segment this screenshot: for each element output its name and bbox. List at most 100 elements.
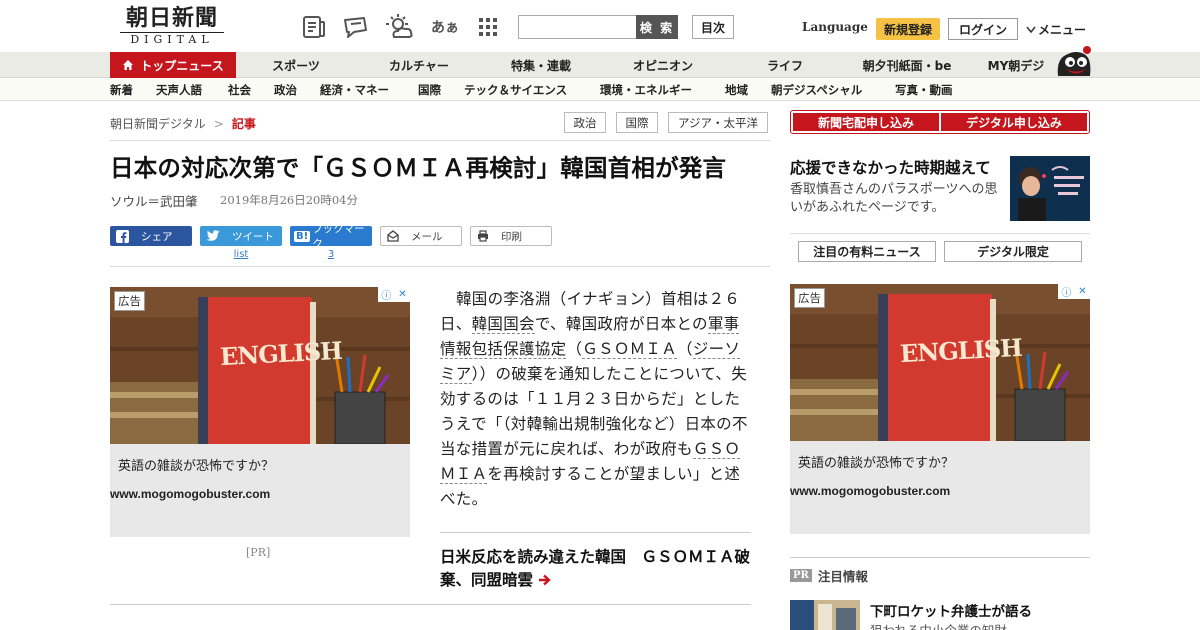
ad-headline: 英語の雑談が恐怖ですか？ [118,459,275,474]
article-body: 韓国の李洛淵（イナギョン）首相は２６日、韓国国会で、韓国政府が日本との軍事情報包… [440,287,752,512]
login-button[interactable]: ログイン [948,18,1018,40]
article-byline: ソウル＝武田肇 [110,194,198,209]
ad-url: www.mogomogobuster.com [790,484,951,498]
hatena-count[interactable]: 3 [290,249,372,260]
attention-label: 注目情報 [817,569,868,584]
subnav-environment[interactable]: 環境・エネルギー [600,79,692,101]
ad-choices[interactable]: ⓘ ✕ [1058,284,1090,299]
attention-title[interactable]: 下町ロケット弁護士が語る [870,600,1032,620]
info-icon[interactable]: ⓘ [1061,284,1071,299]
subnav-tensei-jingo[interactable]: 天声人語 [156,79,202,101]
nav-top-news[interactable]: トップニュース [110,52,236,78]
ad-label: 広告 [794,288,825,308]
keyword-link-gsomia[interactable]: ＧＳＯＭＩＡ [582,340,678,359]
breadcrumb-separator: > [213,116,224,131]
mail-share-label: メール [411,230,443,243]
nav-sports[interactable]: スポーツ [248,52,344,78]
site-header: 朝日新聞 DIGITAL あぁ 検 索 目次 Language 新規登録 ログイ… [0,0,1200,52]
divider [790,557,1090,558]
body-text-segment: （ [566,340,583,358]
nav-life[interactable]: ライフ [737,52,833,78]
toc-button[interactable]: 目次 [692,15,734,39]
mail-share-button[interactable]: メール [380,226,462,246]
twitter-tweet-button[interactable]: ツイート [200,226,282,246]
nav-label: トップニュース [140,58,224,73]
breadcrumb-current: 記事 [231,117,256,131]
subnav-special[interactable]: 朝デジスペシャル [771,79,862,101]
close-icon[interactable]: ✕ [1078,286,1086,297]
ad-banner-left[interactable]: ENGLISH 広告 ⓘ ✕ 英語の雑談が恐怖ですか？ www.mogomogo… [110,287,410,537]
subnav-tech-science[interactable]: テック＆サイエンス [464,79,567,101]
ad-choices[interactable]: ⓘ ✕ [378,287,410,302]
subscribe-box: 新聞宅配申し込み デジタル申し込み [790,110,1090,134]
breadcrumb: 朝日新聞デジタル > 記事 [110,115,256,132]
speech-ticket-icon[interactable] [342,13,370,41]
attention-thumbnail[interactable] [790,600,860,630]
tag-politics[interactable]: 政治 [564,112,606,133]
sub-nav: 新着 天声人語 社会 政治 経済・マネー 国際 テック＆サイエンス 環境・エネル… [0,79,1200,101]
promo-description[interactable]: 香取慎吾さんのパラスポーツへの思いがあふれたページです。 [790,181,1004,217]
attention-subtitle[interactable]: 狙われる中小企業の知財 [870,620,1007,630]
nav-opinion[interactable]: オピニオン [615,52,711,78]
logo-wordmark: 朝日新聞 [125,5,218,31]
subscribe-digital-button[interactable]: デジタル申し込み [941,113,1087,131]
body-text-segment: で、韓国政府が日本との [534,315,708,333]
facebook-share-button[interactable]: シェア [110,226,192,246]
info-icon[interactable]: ⓘ [381,287,391,302]
keyword-link-korea-assembly[interactable]: 韓国国会 [471,315,535,334]
close-icon[interactable]: ✕ [398,289,406,300]
nav-culture[interactable]: カルチャー [371,52,467,78]
twitter-bird-icon [206,230,220,242]
body-text-segment: （ [677,340,693,358]
tab-paid-news[interactable]: 注目の有料ニュース [798,241,936,262]
subnav-latest[interactable]: 新着 [110,79,133,101]
mascot-character-icon[interactable] [1054,44,1094,78]
divider [110,604,751,605]
ad-banner-right[interactable]: ENGLISH 広告 ⓘ ✕ 英語の雑談が恐怖ですか？ www.mogomogo… [790,284,1090,534]
tab-digital-only[interactable]: デジタル限定 [944,241,1082,262]
promo-title[interactable]: 応援できなかった時期越えて [790,156,991,178]
asahi-digital-logo[interactable]: 朝日新聞 DIGITAL [112,6,232,48]
ad-label: 広告 [114,291,145,311]
newspaper-list-icon[interactable] [300,13,328,41]
related-article-link[interactable]: 日米反応を読み違えた韓国 ＧＳＯＭＩＡ破棄、同盟暗雲 [440,546,751,592]
tag-international[interactable]: 国際 [616,112,658,133]
print-button[interactable]: 印刷 [470,226,552,246]
promo-image[interactable] [1010,156,1090,221]
tag-asia-pacific[interactable]: アジア・太平洋 [668,112,768,133]
subnav-politics[interactable]: 政治 [274,79,297,101]
main-nav: トップニュース スポーツ カルチャー 特集・連載 オピニオン ライフ 朝夕刊紙面… [0,52,1200,78]
hatena-bookmark-icon: B! [294,230,311,242]
search-input[interactable] [518,15,638,39]
subscribe-paper-button[interactable]: 新聞宅配申し込み [793,113,939,131]
arrow-right-icon [538,571,552,589]
subnav-international[interactable]: 国際 [418,79,441,101]
nav-features[interactable]: 特集・連載 [493,52,589,78]
chevron-down-icon [1026,23,1036,37]
register-button[interactable]: 新規登録 [876,18,940,40]
menu-label: メニュー [1038,23,1087,37]
search-button[interactable]: 検 索 [636,15,678,39]
weather-sun-cloud-icon[interactable] [386,13,414,41]
nav-newspaper-be[interactable]: 朝夕刊紙面・be [852,52,962,78]
language-link[interactable]: Language [802,20,868,34]
twitter-count[interactable]: list [200,249,282,260]
home-icon [122,59,134,71]
subnav-photo-video[interactable]: 写真・動画 [895,79,953,101]
divider [790,233,1090,234]
font-size-icon[interactable]: あぁ [430,13,460,41]
printer-icon [477,230,489,242]
menu-button[interactable]: メニュー [1026,21,1086,38]
subnav-society[interactable]: 社会 [228,79,251,101]
divider [440,532,751,533]
grid-menu-icon[interactable] [474,13,502,41]
mail-icon [387,230,399,242]
attention-section-header: PR 注目情報 [790,566,868,585]
subnav-region[interactable]: 地域 [725,79,748,101]
twitter-tweet-label: ツイート [232,230,274,243]
nav-my-asadigi[interactable]: MY朝デジ [980,52,1052,78]
print-label: 印刷 [501,230,522,243]
breadcrumb-home[interactable]: 朝日新聞デジタル [110,115,206,132]
hatena-bookmark-button[interactable]: B! ブックマーク [290,223,372,250]
subnav-economy[interactable]: 経済・マネー [320,79,389,101]
